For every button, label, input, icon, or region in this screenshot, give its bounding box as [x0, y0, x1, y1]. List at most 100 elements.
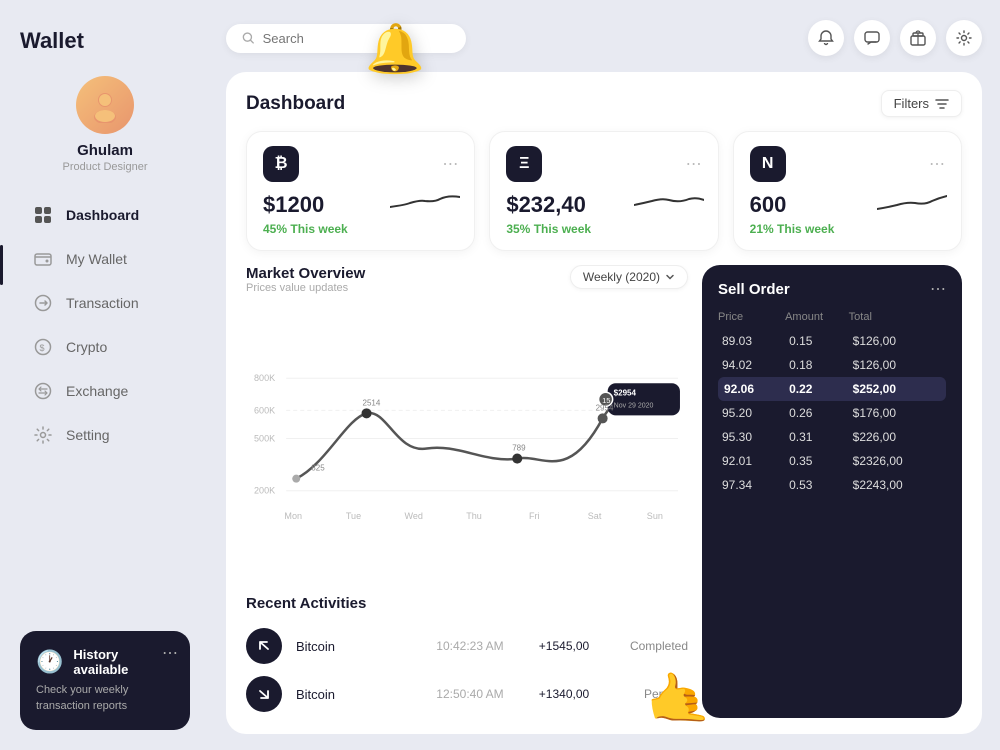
svg-text:Mon: Mon	[284, 511, 302, 521]
market-chart: 800K 600K 500K 200K	[246, 300, 688, 587]
avatar-area: Ghulam Product Designer	[20, 76, 190, 173]
svg-text:Nov 29 2020: Nov 29 2020	[614, 402, 654, 409]
near-card: N ⋯ 600 21% This week	[733, 131, 962, 251]
activity-time-0: 10:42:23 AM	[430, 639, 510, 653]
search-input[interactable]	[263, 31, 450, 46]
activity-amount-0: +1545,00	[524, 639, 604, 653]
sidebar-item-setting[interactable]: Setting	[20, 415, 190, 455]
filters-button[interactable]: Filters	[881, 90, 962, 117]
search-icon	[242, 31, 255, 45]
svg-text:200K: 200K	[254, 486, 275, 496]
market-title: Market Overview	[246, 265, 365, 282]
sidebar-item-dashboard[interactable]: Dashboard	[20, 195, 190, 235]
activity-name-1: Bitcoin	[296, 687, 416, 702]
activity-item-1: Bitcoin 12:50:40 AM +1340,00 Pending	[246, 670, 688, 718]
svg-text:Wed: Wed	[405, 511, 423, 521]
activity-item: Bitcoin 10:42:23 AM +1545,00 Completed	[246, 622, 688, 670]
market-header: Market Overview Prices value updates Wee…	[246, 265, 688, 294]
svg-text:2514: 2514	[363, 398, 381, 407]
svg-text:$2954: $2954	[614, 388, 637, 397]
activity-icon-up	[246, 628, 282, 664]
market-section: Market Overview Prices value updates Wee…	[246, 265, 962, 718]
message-button[interactable]	[854, 20, 890, 56]
topbar-icons	[808, 20, 982, 56]
chevron-down-icon	[665, 272, 675, 282]
bitcoin-card: ₿ ⋯ $1200 45% This week	[246, 131, 475, 251]
svg-text:$: $	[40, 343, 45, 353]
svg-text:2954: 2954	[596, 403, 614, 412]
period-selector[interactable]: Weekly (2020)	[570, 265, 688, 289]
activity-icon-down	[246, 676, 282, 712]
filters-label: Filters	[894, 96, 929, 111]
ethereum-card: Ξ ⋯ $232,40 35% This week	[489, 131, 718, 251]
active-indicator	[0, 245, 3, 285]
sidebar-item-exchange[interactable]: Exchange	[20, 371, 190, 411]
table-row: 95.200.26$176,00	[718, 401, 946, 425]
table-row: 92.060.22$252,00	[718, 377, 946, 401]
sell-order-table: Price Amount Total 89.030.15$126,0094.02…	[718, 311, 946, 497]
period-label: Weekly (2020)	[583, 270, 660, 284]
dashboard-title: Dashboard	[246, 93, 345, 115]
crypto-label: Crypto	[66, 339, 107, 355]
chart-area: 800K 600K 500K 200K	[246, 300, 688, 587]
svg-text:Sun: Sun	[647, 511, 663, 521]
sidebar-item-crypto[interactable]: $ Crypto	[20, 327, 190, 367]
dashboard-panel: Dashboard Filters ₿ ⋯ $1200	[226, 72, 982, 734]
col-amount: Amount	[785, 311, 849, 329]
setting-label: Setting	[66, 427, 110, 443]
content-wrapper: 🔔	[210, 0, 1000, 750]
wallet-icon	[32, 248, 54, 270]
svg-text:Sat: Sat	[588, 511, 602, 521]
col-total: Total	[849, 311, 946, 329]
search-box[interactable]	[226, 24, 466, 53]
svg-text:500K: 500K	[254, 433, 275, 443]
table-row: 94.020.18$126,00	[718, 353, 946, 377]
main-content: Dashboard Filters ₿ ⋯ $1200	[210, 0, 1000, 750]
sidebar-item-transaction[interactable]: Transaction	[20, 283, 190, 323]
avatar	[76, 76, 134, 134]
svg-text:Fri: Fri	[529, 511, 540, 521]
sidebar-item-mywallet[interactable]: My Wallet	[20, 239, 190, 279]
bitcoin-more[interactable]: ⋯	[442, 154, 458, 174]
crypto-cards: ₿ ⋯ $1200 45% This week	[246, 131, 962, 251]
exchange-icon	[32, 380, 54, 402]
sidebar-title: Wallet	[20, 28, 190, 54]
user-name: Ghulam	[77, 142, 133, 159]
bitcoin-sparkline	[390, 185, 460, 220]
transaction-label: Transaction	[66, 295, 139, 311]
table-row: 89.030.15$126,00	[718, 329, 946, 353]
activity-name-0: Bitcoin	[296, 639, 416, 654]
recent-title: Recent Activities	[246, 595, 688, 612]
ethereum-sparkline	[634, 185, 704, 220]
svg-text:789: 789	[512, 444, 526, 453]
nav-menu: Dashboard My Wallet Transaction	[20, 195, 190, 455]
notification-button[interactable]	[808, 20, 844, 56]
dashboard-label: Dashboard	[66, 207, 139, 223]
ethereum-more[interactable]: ⋯	[686, 154, 702, 174]
settings-button[interactable]	[946, 20, 982, 56]
user-role: Product Designer	[63, 161, 148, 173]
activity-time-1: 12:50:40 AM	[430, 687, 510, 701]
topbar	[226, 20, 982, 56]
panel-header: Dashboard Filters	[246, 90, 962, 117]
near-more[interactable]: ⋯	[929, 154, 945, 174]
near-change: 21% This week	[750, 222, 945, 236]
exchange-label: Exchange	[66, 383, 128, 399]
svg-text:600K: 600K	[254, 405, 275, 415]
history-more-button[interactable]: ⋯	[162, 643, 178, 663]
setting-icon	[32, 424, 54, 446]
activity-status-0: Completed	[618, 639, 688, 653]
near-icon: N	[750, 146, 786, 182]
sell-order-title: Sell Order	[718, 281, 790, 298]
history-icon: 🕐	[36, 649, 63, 675]
sell-order-more[interactable]: ⋯	[930, 279, 946, 299]
svg-text:Tue: Tue	[346, 511, 361, 521]
market-overview: Market Overview Prices value updates Wee…	[246, 265, 688, 718]
gift-button[interactable]	[900, 20, 936, 56]
svg-text:Thu: Thu	[466, 511, 482, 521]
transaction-icon	[32, 292, 54, 314]
market-subtitle: Prices value updates	[246, 282, 365, 294]
dashboard-icon	[32, 204, 54, 226]
activity-amount-1: +1340,00	[524, 687, 604, 701]
bitcoin-icon: ₿	[263, 146, 299, 182]
